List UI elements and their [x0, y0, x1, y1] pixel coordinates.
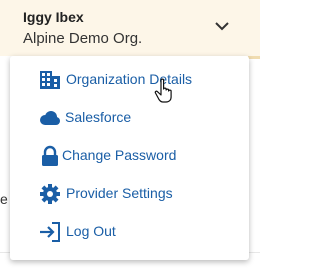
header-accent	[248, 56, 260, 92]
hand-cursor-icon	[154, 78, 172, 103]
gear-icon	[40, 184, 60, 204]
menu-item-label: Log Out	[66, 223, 116, 239]
chevron-down-icon[interactable]	[214, 20, 230, 32]
lock-icon	[42, 145, 58, 166]
menu-item-label: Change Password	[62, 147, 177, 163]
menu-item-log-out[interactable]: Log Out	[10, 217, 249, 247]
user-menu-header[interactable]: Iggy Ibex Alpine Demo Org.	[0, 0, 260, 56]
cloud-icon	[40, 111, 60, 125]
menu-item-label: Provider Settings	[66, 185, 173, 201]
menu-item-salesforce[interactable]: Salesforce	[10, 103, 249, 133]
building-icon	[40, 71, 60, 89]
background-text: e	[0, 191, 8, 207]
menu-item-organization-details[interactable]: Organization Details	[10, 65, 249, 95]
menu-item-provider-settings[interactable]: Provider Settings	[10, 179, 249, 209]
user-dropdown-menu: Organization Details Salesforce Change P…	[10, 56, 249, 260]
menu-item-change-password[interactable]: Change Password	[10, 141, 249, 171]
logout-icon	[40, 222, 60, 242]
org-name: Alpine Demo Org.	[23, 30, 143, 47]
user-name: Iggy Ibex	[23, 9, 84, 25]
menu-item-label: Salesforce	[65, 109, 132, 125]
